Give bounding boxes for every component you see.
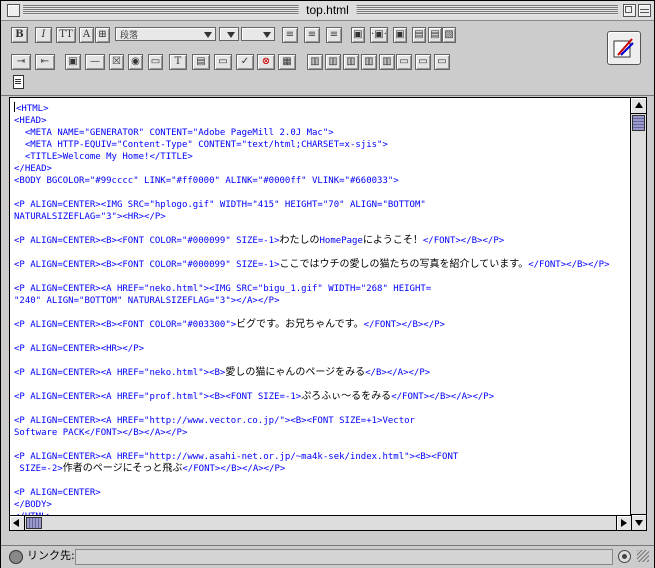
close-box-icon[interactable]: [7, 4, 20, 17]
scroll-up-icon[interactable]: [631, 98, 646, 114]
table-icon[interactable]: ▦: [278, 54, 296, 70]
image-align-icon[interactable]: ▧: [442, 27, 456, 43]
scroll-left-icon[interactable]: [10, 516, 25, 530]
checkbox-icon[interactable]: ☒: [109, 54, 124, 70]
source-line[interactable]: Software PACK</FONT></B></A></P>: [14, 428, 187, 438]
vertical-scrollbar[interactable]: [630, 97, 647, 531]
source-line[interactable]: <TITLE>Welcome My Home!</TITLE>: [14, 152, 193, 162]
source-line[interactable]: <P ALIGN=CENTER><A HREF="prof.html"><B><…: [14, 391, 494, 402]
source-line[interactable]: <P ALIGN=CENTER><IMG SRC="hplogo.gif" WI…: [14, 200, 426, 210]
source-line[interactable]: SIZE=-2>作者のページにそっと飛ぶ</FONT></B></A></P>: [14, 463, 285, 474]
align-center-icon[interactable]: ≡: [304, 27, 320, 43]
outdent-icon[interactable]: ·▣·: [370, 27, 388, 43]
source-text[interactable]: <HTML> <HEAD> <META NAME="GENERATOR" CON…: [10, 98, 631, 516]
collapse-box-icon[interactable]: [638, 4, 651, 17]
source-line[interactable]: </BODY>: [14, 500, 52, 510]
source-line[interactable]: </HEAD>: [14, 164, 52, 174]
status-bar: リンク先:: [1, 545, 654, 568]
window-title: top.html: [298, 3, 357, 18]
link-globe-icon: [9, 550, 23, 564]
table-width-icon[interactable]: ▭: [396, 54, 412, 70]
chevron-down-icon: [227, 32, 235, 38]
table-height-icon[interactable]: ▭: [415, 54, 431, 70]
source-line[interactable]: <P ALIGN=CENTER>: [14, 488, 101, 498]
zoom-box-icon[interactable]: [623, 4, 636, 17]
size-select[interactable]: [219, 27, 239, 41]
list-icon[interactable]: ▤: [412, 27, 426, 43]
resize-grip-icon[interactable]: [637, 550, 649, 562]
text-caret: [14, 102, 15, 112]
align-left-icon[interactable]: ≡: [282, 27, 298, 43]
style-select[interactable]: [241, 27, 275, 41]
source-line[interactable]: <P ALIGN=CENTER><A HREF="http://www.asah…: [14, 452, 458, 462]
source-line[interactable]: <META HTTP-EQUIV="Content-Type" CONTENT=…: [14, 140, 388, 150]
link-label: リンク先:: [27, 549, 75, 562]
text-field-icon[interactable]: ▭: [148, 54, 163, 70]
source-line[interactable]: "240" ALIGN="BOTTOM" NATURALSIZEFLAG="3"…: [14, 296, 280, 306]
horizontal-scrollbar[interactable]: [9, 515, 632, 531]
bold-button[interactable]: B: [11, 27, 28, 43]
source-line[interactable]: <P ALIGN=CENTER><HR></P>: [14, 344, 144, 354]
teletype-button[interactable]: TT: [56, 27, 76, 43]
text-area-icon[interactable]: T: [169, 54, 187, 70]
reset-button-icon[interactable]: ⊗: [257, 54, 275, 70]
align-right-icon[interactable]: ≡: [326, 27, 342, 43]
horizontal-scroll-thumb[interactable]: [26, 517, 42, 529]
popup-menu-icon[interactable]: ▤: [192, 54, 210, 70]
source-line[interactable]: <P ALIGN=CENTER><A HREF="neko.html"><IMG…: [14, 284, 431, 294]
source-line[interactable]: <P ALIGN=CENTER><B><FONT COLOR="#000099"…: [14, 259, 610, 270]
table-col-icon[interactable]: ▥: [307, 54, 323, 70]
source-line[interactable]: <P ALIGN=CENTER><A HREF="http://www.vect…: [14, 416, 415, 426]
table-split-icon[interactable]: ▥: [379, 54, 395, 70]
scroll-down-icon[interactable]: [631, 514, 646, 530]
insert-left-icon[interactable]: ⇥: [11, 54, 31, 70]
document-icon[interactable]: [13, 75, 24, 89]
format-toolbar: B I TT A ⊞ 段落 ≡ ≡ ≡ ▣ ·▣· ▣ ▤ ▤ ▧ ⇥ ⇤ ▣ …: [1, 21, 654, 96]
table-border-icon[interactable]: ▭: [434, 54, 450, 70]
paragraph-format-value: 段落: [120, 30, 139, 40]
font-grid-icon[interactable]: ⊞: [95, 27, 110, 43]
chevron-down-icon: [263, 32, 271, 38]
source-line[interactable]: <P ALIGN=CENTER><A HREF="neko.html"><B>愛…: [14, 367, 430, 378]
link-target-icon[interactable]: [618, 550, 631, 563]
paragraph-format-select[interactable]: 段落: [115, 27, 216, 41]
vertical-scroll-thumb[interactable]: [632, 115, 645, 131]
source-line[interactable]: <HEAD>: [14, 116, 47, 126]
indent-icon[interactable]: ▣: [393, 27, 407, 43]
insert-right-icon[interactable]: ⇤: [35, 54, 55, 70]
html-source-editor[interactable]: <HTML> <HEAD> <META NAME="GENERATOR" CON…: [9, 97, 632, 517]
password-field-icon[interactable]: ▭: [214, 54, 232, 70]
submit-button-icon[interactable]: ✓: [236, 54, 254, 70]
editor-window: top.html B I TT A ⊞ 段落 ≡ ≡ ≡ ▣ ·▣· ▣ ▤ ▤…: [0, 0, 655, 568]
scroll-right-icon[interactable]: [616, 516, 631, 530]
list-numbered-icon[interactable]: ▤: [428, 27, 442, 43]
source-line[interactable]: <BODY BGCOLOR="#99cccc" LINK="#ff0000" A…: [14, 176, 399, 186]
italic-button[interactable]: I: [35, 27, 52, 43]
source-line[interactable]: <P ALIGN=CENTER><B><FONT COLOR="#003300"…: [14, 319, 445, 330]
font-size-icon[interactable]: A: [79, 27, 94, 43]
horizontal-rule-icon[interactable]: —: [85, 54, 105, 70]
source-line[interactable]: <META NAME="GENERATOR" CONTENT="Adobe Pa…: [14, 128, 334, 138]
radio-icon[interactable]: ◉: [128, 54, 143, 70]
title-bar[interactable]: top.html: [1, 1, 654, 21]
chevron-down-icon: [204, 32, 212, 38]
source-line[interactable]: <HTML>: [14, 102, 49, 114]
table-row-icon[interactable]: ▥: [325, 54, 341, 70]
table-merge-icon[interactable]: ▥: [361, 54, 377, 70]
source-line[interactable]: <P ALIGN=CENTER><B><FONT COLOR="#000099"…: [14, 235, 504, 246]
table-cell-icon[interactable]: ▥: [343, 54, 359, 70]
link-target-field[interactable]: [75, 549, 613, 565]
image-icon[interactable]: ▣: [65, 54, 81, 70]
source-line[interactable]: NATURALSIZEFLAG="3"><HR></P>: [14, 212, 166, 222]
indent-left-icon[interactable]: ▣: [351, 27, 365, 43]
pagemill-mode-toggle-icon[interactable]: [607, 31, 641, 65]
